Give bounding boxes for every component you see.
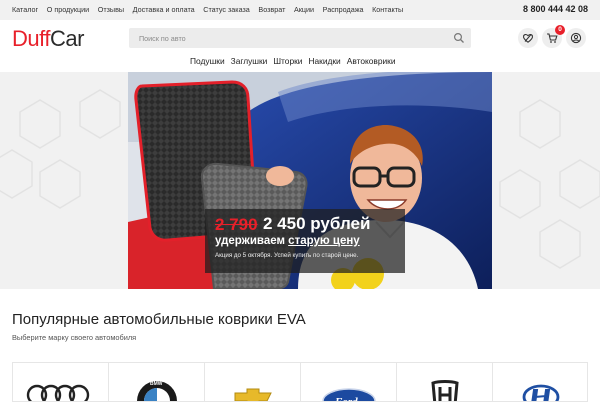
logo-part-car: Car — [49, 26, 84, 51]
search-icon[interactable] — [453, 32, 465, 44]
hyundai-logo — [522, 384, 560, 401]
search-bar — [129, 28, 471, 48]
top-nav-return[interactable]: Возврат — [258, 5, 285, 14]
top-bar: Каталог О продукции Отзывы Доставка и оп… — [0, 0, 600, 20]
category-plugs[interactable]: Заглушки — [231, 56, 268, 66]
promo-headline-prefix: удерживаем — [215, 235, 289, 247]
section-title: Популярные автомобильные коврики EVA — [12, 311, 306, 328]
brand-card-honda[interactable] — [396, 362, 492, 402]
top-nav-promos[interactable]: Акции — [294, 5, 314, 14]
section-subtitle: Выберите марку своего автомобиля — [12, 333, 137, 342]
svg-text:BMW: BMW — [150, 381, 163, 387]
promo-note: Акция до 5 октября. Успей купить по стар… — [215, 252, 359, 259]
new-price: 2 450 рублей — [263, 214, 371, 233]
user-icon — [570, 32, 582, 44]
account-button[interactable] — [566, 28, 586, 48]
promo-headline-underlined: старую цену — [288, 235, 360, 247]
category-curtains[interactable]: Шторки — [273, 56, 302, 66]
top-nav-delivery[interactable]: Доставка и оплата — [133, 5, 195, 14]
brand-card-hyundai[interactable] — [492, 362, 588, 402]
old-price: 2 790 — [215, 215, 258, 234]
top-nav-sale[interactable]: Распродажа — [323, 5, 364, 14]
brand-card-audi[interactable] — [12, 362, 108, 402]
top-nav: Каталог О продукции Отзывы Доставка и оп… — [12, 5, 412, 14]
cart-button[interactable]: 0 — [542, 25, 565, 48]
svg-text:Ford: Ford — [334, 396, 358, 402]
logo-part-duff: Duff — [12, 26, 50, 51]
brand-card-chevrolet[interactable] — [204, 362, 300, 402]
brand-card-ford[interactable]: Ford — [300, 362, 396, 402]
search-input[interactable] — [129, 28, 449, 48]
chevrolet-logo — [234, 388, 272, 401]
top-nav-reviews[interactable]: Отзывы — [98, 5, 124, 14]
top-nav-catalog[interactable]: Каталог — [12, 5, 38, 14]
bmw-logo: BMW — [137, 381, 177, 401]
favorites-button[interactable] — [518, 28, 538, 48]
brand-grid: BMW Ford — [12, 362, 588, 402]
hero-banner[interactable]: 2 790 2 450 рублей удерживаем старую цен… — [0, 72, 600, 289]
favorites-icon — [522, 33, 534, 43]
honda-logo — [431, 380, 459, 401]
category-pillows[interactable]: Подушки — [190, 56, 225, 66]
category-car-mats[interactable]: Автоковрики — [347, 56, 396, 66]
promo-headline: удерживаем старую цену — [215, 235, 360, 247]
promo-price-box: 2 790 2 450 рублей удерживаем старую цен… — [205, 209, 405, 273]
top-nav-contacts[interactable]: Контакты — [372, 5, 403, 14]
brand-card-bmw[interactable]: BMW — [108, 362, 204, 402]
category-nav: Подушки Заглушки Шторки Накидки Автоковр… — [190, 56, 402, 66]
audi-logo — [26, 384, 90, 401]
phone-number[interactable]: 8 800 444 42 08 — [523, 4, 588, 14]
ford-logo: Ford — [322, 388, 376, 402]
category-covers[interactable]: Накидки — [308, 56, 340, 66]
cart-count-badge: 0 — [555, 25, 565, 35]
site-logo[interactable]: DuffCar — [12, 26, 84, 52]
top-nav-about[interactable]: О продукции — [47, 5, 89, 14]
top-nav-order-status[interactable]: Статус заказа — [203, 5, 250, 14]
